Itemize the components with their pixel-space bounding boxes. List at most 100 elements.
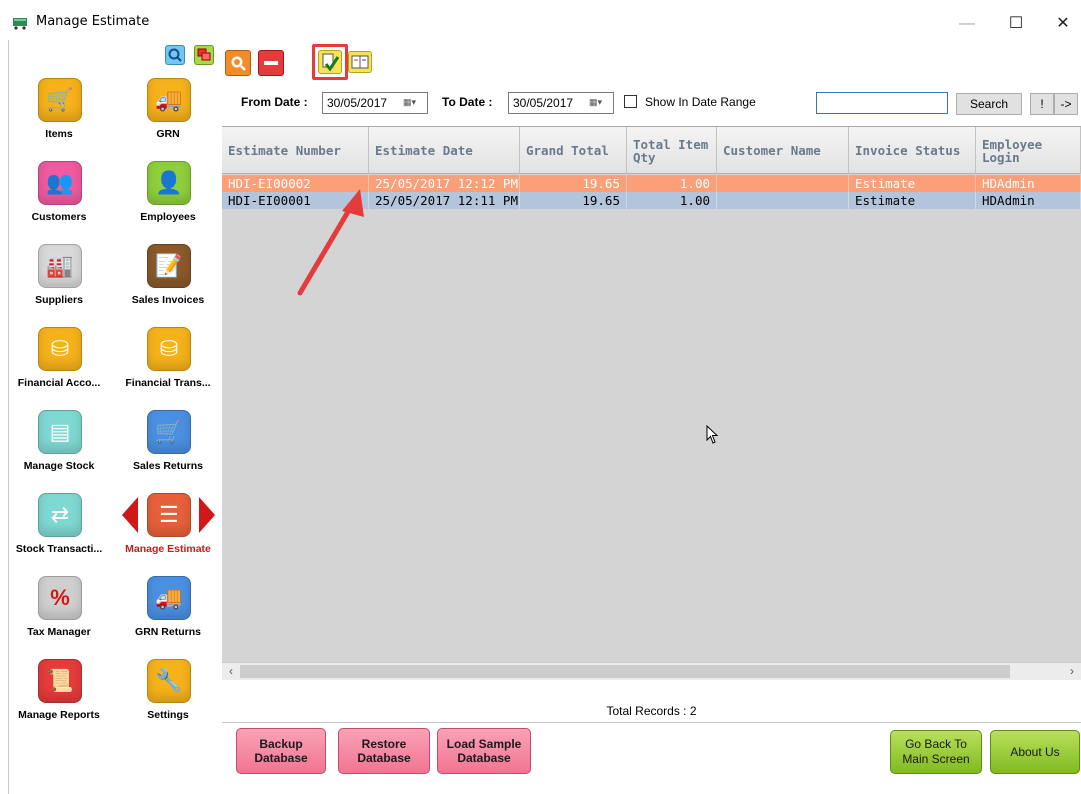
close-button[interactable]: ✕ — [1040, 8, 1081, 40]
scrollbar-thumb[interactable] — [240, 665, 1010, 678]
stock-boxes-icon: ▤ — [38, 410, 82, 454]
search-input[interactable] — [816, 92, 948, 114]
divider — [222, 722, 1081, 723]
total-records: Total Records : 2 — [606, 704, 697, 718]
go-back-button[interactable]: Go Back To Main Screen — [890, 730, 982, 774]
percent-icon: % — [38, 576, 82, 620]
sidebar-item-grn-returns[interactable]: 🚚 GRN Returns — [120, 576, 216, 658]
to-date-picker[interactable]: 30/05/2017 ▦▾ — [508, 92, 614, 114]
from-date-picker[interactable]: 30/05/2017 ▦▾ — [322, 92, 428, 114]
sidebar-item-items[interactable]: 🛒 Items — [11, 78, 107, 160]
date-range-checkbox[interactable] — [624, 95, 637, 108]
sidebar-item-suppliers[interactable]: 🏭 Suppliers — [11, 244, 107, 326]
sidebar-item-financial-trans[interactable]: ⛁ Financial Trans... — [120, 327, 216, 409]
sidebar-item-grn[interactable]: 🚚 GRN — [120, 78, 216, 160]
bang-button[interactable]: ! — [1030, 93, 1054, 115]
table-row[interactable]: HDI-EI00001 25/05/2017 12:11 PM 19.65 1.00 E… — [222, 192, 1081, 209]
sidebar-item-settings[interactable]: 🔧 Settings — [120, 659, 216, 741]
calendar-icon[interactable]: ▦▾ — [403, 97, 423, 109]
sidebar-item-label: Stock Transacti... — [15, 543, 103, 555]
sidebar-item-employees[interactable]: 👤 Employees — [120, 161, 216, 243]
calendar-icon[interactable]: ▦▾ — [589, 97, 609, 109]
about-us-button[interactable]: About Us — [990, 730, 1080, 774]
tools-icon: 🔧 — [147, 659, 191, 703]
sidebar-item-label: Sales Invoices — [131, 294, 205, 306]
go-back-label: Go Back To Main Screen — [902, 737, 970, 766]
sidebar-item-tax-manager[interactable]: % Tax Manager — [11, 576, 107, 658]
sidebar-item-financial-acco[interactable]: ⛁ Financial Acco... — [11, 327, 107, 409]
sidebar-item-label: Manage Stock — [23, 460, 95, 472]
person-icon: 👤 — [147, 161, 191, 205]
backup-database-button[interactable]: Backup Database — [236, 728, 326, 774]
delete-icon[interactable] — [258, 50, 284, 76]
shopping-cart-icon — [13, 18, 27, 30]
view-icon[interactable] — [225, 50, 251, 76]
users-icon: 👥 — [38, 161, 82, 205]
column-header-estimate-date[interactable]: Estimate Date — [369, 127, 520, 174]
sidebar-item-label: Manage Reports — [18, 709, 100, 721]
truck-return-icon: 🚚 — [147, 576, 191, 620]
sidebar-item-label: Tax Manager — [27, 626, 91, 638]
cell-estimate-number: HDI-EI00001 — [222, 192, 369, 209]
estimates-grid[interactable]: Estimate Number Estimate Date Grand Total T… — [222, 126, 1081, 680]
sidebar-item-label: Financial Trans... — [125, 377, 211, 389]
horizontal-scrollbar[interactable]: ‹ › — [222, 662, 1081, 680]
scroll-right-icon[interactable]: › — [1063, 663, 1081, 680]
column-header-invoice-status[interactable]: Invoice Status — [849, 127, 976, 174]
selected-right-arrow-icon — [199, 497, 215, 533]
cell-invoice-status: Estimate — [849, 192, 976, 209]
window-title: Manage Estimate — [36, 14, 150, 29]
from-date-value: 30/05/2017 — [327, 96, 388, 110]
column-header-total-item-qty[interactable]: Total Item Qty — [627, 127, 717, 174]
from-date-label: From Date : — [241, 95, 308, 109]
load-sample-database-button[interactable]: Load Sample Database — [437, 728, 531, 774]
search-button[interactable]: Search — [956, 93, 1022, 115]
cell-grand-total: 19.65 — [520, 175, 627, 192]
to-date-label: To Date : — [442, 95, 493, 109]
sidebar-item-sales-invoices[interactable]: 📝 Sales Invoices — [120, 244, 216, 326]
stock-transfer-icon: ⇄ — [38, 493, 82, 537]
selected-left-arrow-icon — [122, 497, 138, 533]
sidebar-item-label: Suppliers — [35, 294, 83, 306]
column-header-customer-name[interactable]: Customer Name — [717, 127, 849, 174]
about-us-label: About Us — [1010, 744, 1060, 759]
sidebar-item-label: Customers — [31, 211, 87, 223]
sidebar-item-label: GRN Returns — [135, 626, 201, 638]
restore-database-label: Restore Database — [357, 737, 411, 765]
shopping-cart-icon: 🛒 — [38, 78, 82, 122]
column-header-estimate-number[interactable]: Estimate Number — [222, 127, 369, 174]
to-date-value: 30/05/2017 — [513, 96, 574, 110]
grid-header: Estimate Number Estimate Date Grand Total T… — [222, 127, 1081, 174]
factory-icon: 🏭 — [38, 244, 82, 288]
sidebar-item-customers[interactable]: 👥 Customers — [11, 161, 107, 243]
next-button[interactable]: -> — [1054, 93, 1078, 115]
cell-estimate-date: 25/05/2017 12:11 PM — [369, 192, 520, 209]
column-header-grand-total[interactable]: Grand Total — [520, 127, 627, 174]
sidebar-item-label: Manage Estimate — [125, 543, 211, 555]
windows-cascade-icon[interactable] — [194, 45, 214, 65]
sidebar-item-label: Sales Returns — [132, 460, 204, 472]
cell-invoice-status: Estimate — [849, 175, 976, 192]
sidebar-item-manage-stock[interactable]: ▤ Manage Stock — [11, 410, 107, 492]
restore-database-button[interactable]: Restore Database — [338, 728, 430, 774]
scroll-left-icon[interactable]: ‹ — [222, 663, 240, 680]
convert-estimate-icon[interactable] — [318, 50, 342, 74]
sidebar-item-sales-returns[interactable]: 🛒 Sales Returns — [120, 410, 216, 492]
mouse-cursor-icon — [706, 425, 719, 444]
documents-icon[interactable] — [348, 51, 372, 73]
sidebar-item-manage-reports[interactable]: 📜 Manage Reports — [11, 659, 107, 741]
sidebar-item-stock-transacti[interactable]: ⇄ Stock Transacti... — [11, 493, 107, 575]
search-icon[interactable] — [165, 45, 185, 65]
reports-scroll-icon: 📜 — [38, 659, 82, 703]
date-range-label: Show In Date Range — [645, 95, 756, 109]
cell-estimate-number: HDI-EI00002 — [222, 175, 369, 192]
column-header-employee-login[interactable]: Employee Login — [976, 127, 1081, 174]
sidebar-item-label: Settings — [147, 709, 189, 721]
cell-grand-total: 19.65 — [520, 192, 627, 209]
minimize-button[interactable]: — — [944, 8, 990, 40]
table-row[interactable]: HDI-EI00002 25/05/2017 12:12 PM 19.65 1.00 E… — [222, 175, 1081, 192]
maximize-button[interactable]: ☐ — [993, 8, 1039, 40]
delivery-truck-icon: 🚚 — [147, 78, 191, 122]
coins-transfer-icon: ⛁ — [147, 327, 191, 371]
sidebar-item-label: Employees — [140, 211, 196, 223]
